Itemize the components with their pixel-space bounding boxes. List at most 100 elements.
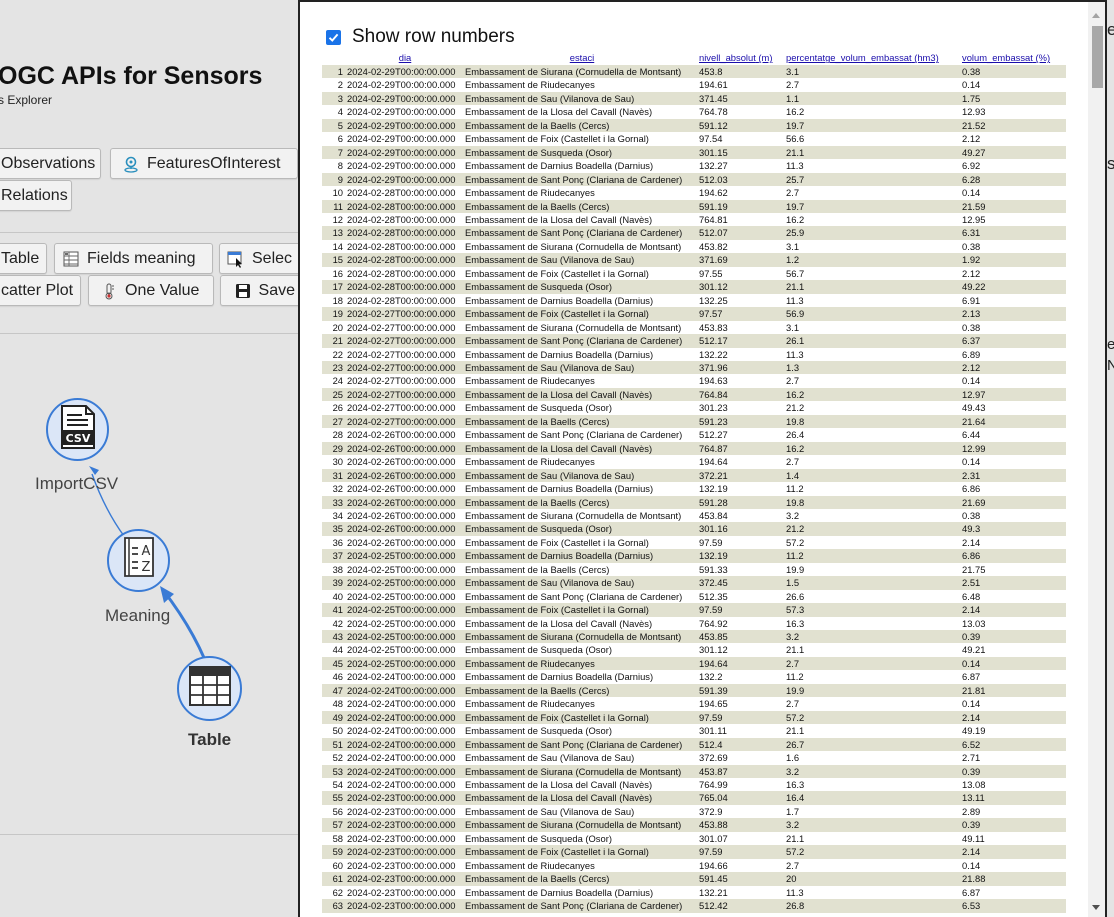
estaci-cell: Embassament de Siurana (Cornudella de Mo…: [465, 508, 699, 523]
svg-text:A: A: [141, 544, 150, 559]
percentatge-volum-cell: 16.2: [786, 105, 962, 119]
dia-cell: 2024-02-24T00:00:00.000: [345, 710, 465, 725]
nivell-absolut-cell: 194.63: [699, 374, 786, 388]
table-row: 41 2024-02-25T00:00:00.000 Embassament de …: [322, 603, 1066, 617]
nivell-absolut-cell: 453.83: [699, 320, 786, 335]
percentatge-volum-cell: 19.8: [786, 414, 962, 429]
estaci-cell: Embassament de Siurana (Cornudella de Mo…: [465, 764, 699, 779]
dia-cell: 2024-02-23T00:00:00.000: [345, 818, 465, 832]
table-row: 14 2024-02-28T00:00:00.000 Embassament de …: [322, 239, 1066, 254]
volum-embassat-cell: 13.03: [962, 616, 1066, 631]
column-header-volum-embassat[interactable]: volum_embassat (%): [962, 51, 1066, 65]
show-row-numbers-checkbox[interactable]: [326, 29, 341, 45]
svg-text:CSV: CSV: [65, 432, 90, 445]
percentatge-volum-cell: 57.2: [786, 535, 962, 550]
row-number-cell: 18: [322, 293, 345, 308]
volum-embassat-cell: 0.39: [962, 630, 1066, 644]
row-number-cell: 31: [322, 468, 345, 483]
percentatge-volum-cell: 2.7: [786, 374, 962, 388]
select-cursor-icon: [226, 249, 246, 269]
column-header-estaci[interactable]: estaci: [465, 51, 699, 65]
dia-cell: 2024-02-25T00:00:00.000: [345, 643, 465, 657]
nivell-absolut-cell: 591.19: [699, 199, 786, 213]
table-body: 1 2024-02-29T00:00:00.000 Embassament de S…: [322, 65, 1066, 913]
dia-cell: 2024-02-26T00:00:00.000: [345, 495, 465, 509]
row-number-cell: 42: [322, 616, 345, 631]
scroll-down-arrow-icon[interactable]: [1092, 905, 1100, 910]
volum-embassat-cell: 0.14: [962, 455, 1066, 469]
table-row: 24 2024-02-27T00:00:00.000 Embassament de …: [322, 374, 1066, 388]
volum-embassat-cell: 6.86: [962, 549, 1066, 563]
column-header-dia[interactable]: dia: [345, 51, 465, 65]
features-of-interest-button[interactable]: FeaturesOfInterest: [110, 148, 298, 179]
percentatge-volum-cell: 21.1: [786, 831, 962, 846]
dia-cell: 2024-02-25T00:00:00.000: [345, 549, 465, 563]
volum-embassat-cell: 49.19: [962, 724, 1066, 738]
show-row-numbers-toggle[interactable]: Show row numbers: [326, 26, 515, 48]
estaci-cell: Embassament de Sant Ponç (Clariana de Ca…: [465, 428, 699, 442]
row-number-cell: 13: [322, 226, 345, 240]
percentatge-volum-cell: 25.7: [786, 172, 962, 187]
table-row: 32 2024-02-26T00:00:00.000 Embassament de …: [322, 482, 1066, 496]
table-node[interactable]: [177, 656, 242, 721]
percentatge-volum-cell: 11.2: [786, 482, 962, 496]
volum-embassat-cell: 0.14: [962, 78, 1066, 92]
table-button-label: Table: [1, 249, 40, 267]
row-number-cell: 8: [322, 159, 345, 173]
dia-cell: 2024-02-24T00:00:00.000: [345, 670, 465, 684]
table-row: 19 2024-02-27T00:00:00.000 Embassament de …: [322, 307, 1066, 321]
row-number-cell: 54: [322, 778, 345, 792]
estaci-cell: Embassament de Sau (Vilanova de Sau): [465, 576, 699, 590]
scroll-up-arrow-icon[interactable]: [1092, 13, 1100, 18]
table-button[interactable]: Table: [0, 243, 47, 274]
one-value-button[interactable]: One Value: [88, 275, 214, 306]
importcsv-node[interactable]: CSV: [46, 398, 109, 461]
table-row: 16 2024-02-28T00:00:00.000 Embassament de …: [322, 266, 1066, 281]
percentatge-volum-cell: 1.5: [786, 576, 962, 590]
vertical-scrollbar[interactable]: [1088, 2, 1105, 917]
volum-embassat-cell: 0.38: [962, 65, 1066, 79]
percentatge-volum-cell: 25.9: [786, 226, 962, 240]
percentatge-volum-cell: 1.3: [786, 360, 962, 375]
column-header-unit: (%): [1035, 52, 1051, 64]
percentatge-volum-cell: 56.9: [786, 307, 962, 321]
column-header-percentatge-volum-embassat[interactable]: percentatge_volum_embassat (hm3): [786, 51, 962, 65]
meaning-node[interactable]: A Z: [107, 529, 170, 592]
estaci-cell: Embassament de Darnius Boadella (Darnius…: [465, 482, 699, 496]
dia-cell: 2024-02-24T00:00:00.000: [345, 683, 465, 698]
table-row: 6 2024-02-29T00:00:00.000 Embassament de F…: [322, 132, 1066, 146]
table-row: 36 2024-02-26T00:00:00.000 Embassament de …: [322, 535, 1066, 550]
observations-button[interactable]: Observations: [0, 148, 101, 179]
scrollbar-thumb[interactable]: [1092, 26, 1103, 88]
scatter-plot-button[interactable]: catter Plot: [0, 275, 81, 306]
table-row: 8 2024-02-29T00:00:00.000 Embassament de D…: [322, 159, 1066, 173]
table-row: 62 2024-02-23T00:00:00.000 Embassament de …: [322, 885, 1066, 900]
percentatge-volum-cell: 56.7: [786, 266, 962, 281]
app-title: OGC APIs for Sensors: [0, 62, 263, 90]
fields-meaning-button[interactable]: Fields meaning: [54, 243, 213, 274]
volum-embassat-cell: 12.93: [962, 105, 1066, 119]
volum-embassat-cell: 49.43: [962, 401, 1066, 415]
percentatge-volum-cell: 16.2: [786, 441, 962, 456]
row-number-cell: 56: [322, 804, 345, 819]
percentatge-volum-cell: 16.2: [786, 212, 962, 227]
column-header-nivell-absolut[interactable]: nivell_absolut (m): [699, 51, 786, 65]
row-number-cell: 11: [322, 199, 345, 213]
nivell-absolut-cell: 194.66: [699, 858, 786, 873]
table-row: 26 2024-02-27T00:00:00.000 Embassament de …: [322, 401, 1066, 415]
nivell-absolut-cell: 591.33: [699, 562, 786, 577]
volum-embassat-cell: 6.89: [962, 347, 1066, 361]
table-row: 58 2024-02-23T00:00:00.000 Embassament de …: [322, 831, 1066, 846]
row-number-cell: 5: [322, 118, 345, 133]
table-row: 61 2024-02-23T00:00:00.000 Embassament de …: [322, 872, 1066, 886]
save-button[interactable]: Save: [220, 275, 304, 306]
relations-button[interactable]: Relations: [0, 180, 72, 211]
table-row: 49 2024-02-24T00:00:00.000 Embassament de …: [322, 710, 1066, 725]
estaci-cell: Embassament de Sau (Vilanova de Sau): [465, 253, 699, 267]
estaci-cell: Embassament de Susqueda (Osor): [465, 522, 699, 536]
row-number-cell: 10: [322, 186, 345, 200]
table-row: 1 2024-02-29T00:00:00.000 Embassament de S…: [322, 65, 1066, 79]
percentatge-volum-cell: 19.8: [786, 495, 962, 509]
select-button[interactable]: Selec: [219, 243, 304, 274]
dia-cell: 2024-02-29T00:00:00.000: [345, 65, 465, 79]
